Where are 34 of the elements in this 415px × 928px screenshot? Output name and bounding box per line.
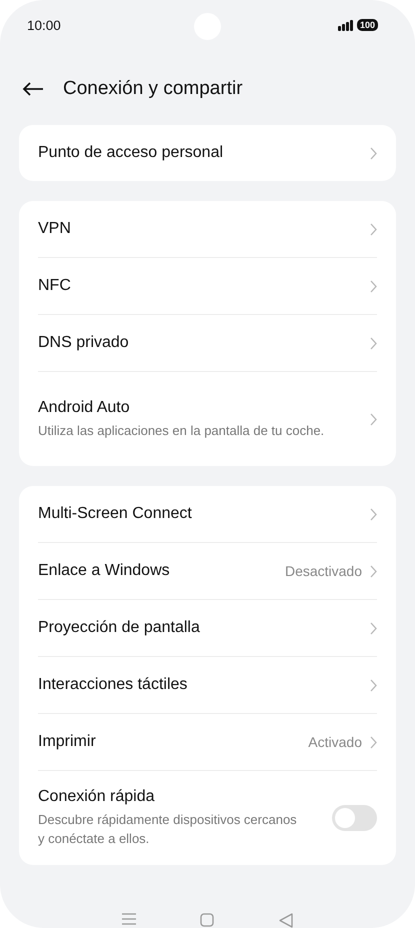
setting-value: Activado	[308, 734, 362, 750]
setting-value: Desactivado	[284, 563, 362, 579]
setting-label[interactable]: Enlace a Windows	[38, 562, 277, 580]
battery-icon: 100	[356, 19, 378, 32]
chevron-icon	[370, 736, 377, 748]
setting-label[interactable]: Interacciones táctiles	[38, 676, 362, 694]
home-icon[interactable]	[200, 913, 214, 927]
page-title: Conexión y compartir	[63, 78, 243, 100]
setting-label[interactable]: Proyección de pantalla	[38, 619, 362, 637]
back-nav-icon[interactable]	[278, 913, 293, 928]
chevron-icon	[370, 412, 377, 426]
back-icon[interactable]	[22, 82, 44, 96]
chevron-icon	[370, 678, 377, 692]
setting-label[interactable]: Multi-Screen Connect	[38, 505, 362, 523]
status-time: 10:00	[27, 18, 61, 33]
setting-label[interactable]: Punto de acceso personal	[38, 144, 362, 162]
chevron-icon	[370, 622, 377, 634]
chevron-icon	[370, 564, 377, 578]
menu-icon[interactable]	[122, 913, 136, 925]
setting-description: Descubre rápidamente dispositivos cercanos y conéctate a ellos.	[38, 811, 298, 848]
chevron-icon	[370, 336, 377, 350]
setting-label[interactable]: Imprimir	[38, 733, 300, 751]
setting-description: Utiliza las aplicaciones en la pantalla de tu coche.	[38, 422, 326, 440]
setting-label[interactable]: VPN	[38, 220, 362, 238]
chevron-icon	[370, 508, 377, 520]
setting-label[interactable]: DNS privado	[38, 334, 362, 352]
setting-label[interactable]: Conexión rápida	[38, 788, 324, 806]
chevron-icon	[370, 222, 377, 236]
chevron-icon	[370, 146, 377, 160]
setting-label[interactable]: Android Auto	[38, 398, 362, 416]
toggle-switch[interactable]	[332, 805, 377, 831]
chevron-icon	[370, 280, 377, 292]
signal-icon	[338, 20, 353, 31]
setting-label[interactable]: NFC	[38, 277, 362, 295]
